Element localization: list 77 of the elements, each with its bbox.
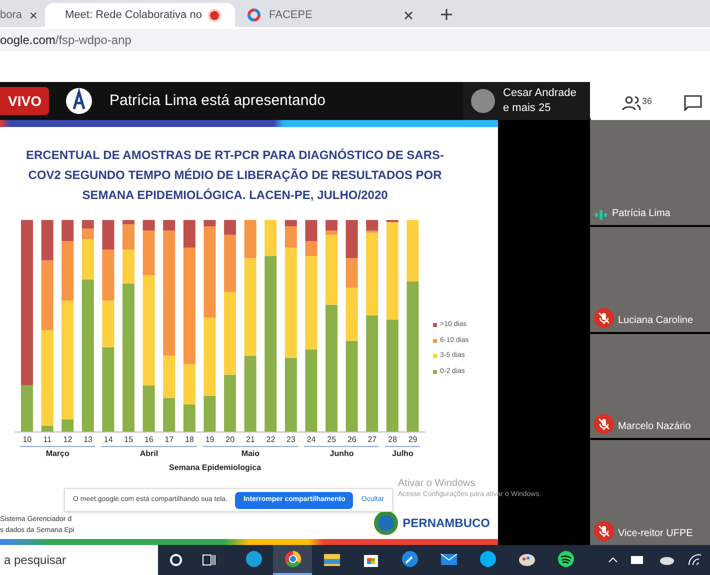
crest-icon [372, 510, 399, 536]
muted-mic-icon [594, 521, 614, 541]
week-label: 17 [164, 434, 175, 446]
search-field[interactable]: a pesquisar [0, 545, 158, 575]
participant-name: Vice-reitor UFPE [618, 527, 693, 541]
url-path: /fsp-wdpo-anp [55, 32, 132, 48]
axis-title: Semana Epidemiologica [168, 462, 262, 474]
muted-mic-icon [594, 308, 614, 328]
viewer-more: e mais 25 [503, 101, 552, 116]
avatar-silhouette [471, 89, 495, 113]
emblem-logo-icon [65, 87, 94, 115]
state-logo-text: PERNAMBUCO [402, 515, 490, 532]
bar-segment [305, 220, 318, 242]
chat-icon[interactable] [684, 95, 702, 111]
slide-title-line: SEMANA EPIDEMIOLÓGICA. LACEN-PE, JULHO/2020 [82, 187, 388, 204]
battery-icon[interactable] [630, 555, 646, 565]
week-label: 12 [62, 434, 74, 446]
cloud-icon[interactable] [658, 554, 676, 566]
close-icon[interactable] [30, 10, 37, 20]
wrench-icon [400, 549, 420, 569]
month-label: Março [20, 446, 96, 460]
week-label: 18 [184, 434, 195, 446]
week-label: 14 [102, 434, 114, 446]
viewer-name: Cesar Andrade [503, 86, 576, 101]
speaking-indicator-icon [594, 208, 608, 221]
month-label: Julho [385, 446, 420, 460]
people-icon [622, 95, 642, 111]
participants-button[interactable]: 36 [622, 95, 652, 111]
week-label: 25 [326, 434, 338, 446]
muted-mic-icon [594, 414, 614, 434]
music-icon [556, 549, 576, 569]
week-label: 21 [244, 434, 256, 446]
browser-tab[interactable]: bora [0, 3, 45, 27]
week-label: 23 [286, 434, 296, 446]
week-label: 27 [366, 434, 378, 446]
presenting-status: Patrícia Lima está apresentando [109, 90, 326, 111]
month-label: Abril [101, 446, 197, 460]
bar-segment [82, 220, 94, 228]
browser-tab[interactable]: Meet: Rede Colaborativa no [45, 3, 235, 27]
bar-segment [346, 220, 358, 258]
week-label: 29 [407, 434, 418, 446]
week-label: 11 [42, 434, 53, 446]
week-label: 20 [224, 434, 236, 446]
week-label: 19 [204, 434, 216, 446]
globe-icon [244, 549, 264, 569]
week-label: 16 [143, 434, 154, 446]
tab-title: FACEPE [269, 8, 314, 23]
wifi-icon[interactable] [688, 554, 702, 566]
week-label: 15 [123, 434, 134, 446]
month-label: Junho [304, 446, 380, 460]
new-tab-icon[interactable] [441, 9, 452, 20]
week-label: 22 [265, 434, 276, 446]
month-label: Maio [202, 446, 298, 460]
activation-title: Ativar o Windows [398, 478, 476, 490]
slide-title-line: COV2 SEGUNDO TEMPO MÉDIO DE LIBERAÇÃO DE RESULTADOS POR [28, 167, 442, 184]
tab-title: bora [0, 8, 22, 23]
bar-segment [163, 398, 176, 432]
task-view-icon[interactable] [202, 554, 216, 566]
browser-tab[interactable]: FACEPE [235, 3, 425, 27]
slide-title-line: ERCENTUAL DE AMOSTRAS DE RT-PCR PARA DIAGNÓSTICO DE SARS- [26, 147, 444, 164]
participant-name: Patrícia Lima [612, 206, 670, 221]
chevron-up-icon[interactable] [608, 557, 618, 563]
week-label: 24 [306, 434, 317, 446]
participant-name: Luciana Caroline [618, 314, 694, 328]
browser-icon [282, 549, 302, 569]
taskbar-app[interactable] [273, 545, 312, 575]
week-label: 10 [22, 434, 33, 446]
week-label: 13 [82, 434, 94, 446]
close-icon[interactable] [404, 10, 413, 20]
live-badge: VIVO [0, 87, 50, 115]
ring-logo-icon [247, 8, 261, 22]
url-host: oogle.com [0, 32, 56, 48]
tab-title: Meet: Rede Colaborativa no [65, 8, 202, 23]
participant-name: Marcelo Nazário [618, 420, 691, 434]
address-bar[interactable]: oogle.com/fsp-wdpo-anp [0, 28, 710, 50]
week-label: 26 [346, 434, 358, 446]
week-label: 28 [387, 434, 398, 446]
